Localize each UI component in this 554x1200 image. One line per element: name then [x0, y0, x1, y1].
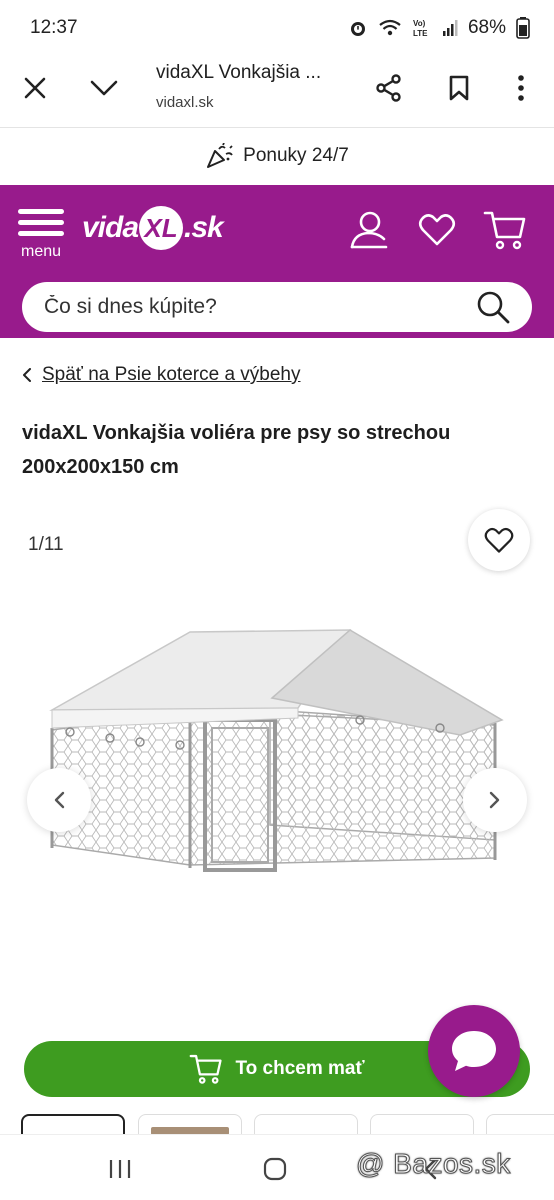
breadcrumb[interactable]: Späť na Psie koterce a výbehy — [22, 364, 301, 386]
chat-icon — [452, 1031, 496, 1071]
chevron-right-icon — [489, 791, 500, 809]
promo-strip[interactable]: Ponuky 24/7 — [0, 128, 554, 184]
bookmark-icon — [449, 75, 469, 101]
gallery-counter: 1/11 — [28, 534, 64, 555]
battery-icon — [516, 17, 530, 39]
status-bar: 12:37 Vo) LTE 68% — [0, 0, 554, 56]
gallery-prev-button[interactable] — [27, 768, 91, 832]
search-button[interactable] — [474, 288, 512, 326]
heart-icon — [418, 214, 456, 246]
logo-text-left: vida — [82, 211, 139, 244]
wishlist-button[interactable] — [414, 207, 460, 253]
svg-text:LTE: LTE — [413, 29, 428, 38]
menu-label: menu — [20, 243, 62, 260]
account-button[interactable] — [346, 207, 392, 253]
cart-icon — [483, 211, 526, 250]
vidaxl-logo[interactable]: vida XL .sk — [82, 203, 224, 253]
thumbnail[interactable] — [254, 1114, 358, 1134]
share-button[interactable] — [367, 66, 411, 110]
promo-label: Ponuky 24/7 — [243, 145, 349, 166]
share-icon — [376, 74, 401, 102]
bookmark-button[interactable] — [437, 66, 481, 110]
thumbnail[interactable] — [486, 1114, 554, 1134]
site-header: menu vida XL .sk — [0, 185, 554, 338]
close-tab-button[interactable] — [13, 66, 57, 110]
user-icon — [350, 211, 388, 249]
status-icons: Vo) LTE 68% — [348, 17, 530, 39]
tab-url[interactable]: vidaxl.sk — [156, 94, 214, 111]
battery-level: 68% — [467, 17, 506, 38]
recent-apps-button[interactable] — [100, 1149, 140, 1189]
thumbnail[interactable] — [138, 1114, 242, 1134]
chevron-down-icon — [90, 80, 118, 96]
logo-text-right: .sk — [184, 211, 224, 244]
cart-icon — [190, 1054, 223, 1084]
watermark: @ Bazos.sk — [356, 1148, 511, 1180]
heart-icon — [484, 527, 514, 553]
menu-button[interactable]: menu — [18, 207, 66, 267]
product-title: vidaXL Vonkajšia voliéra pre psy so stre… — [22, 422, 451, 478]
more-button[interactable] — [499, 66, 543, 110]
thumbnail[interactable] — [370, 1114, 474, 1134]
product-image[interactable] — [40, 620, 520, 900]
thumbnail-strip — [0, 1112, 554, 1134]
wifi-icon — [379, 19, 401, 36]
tab-title[interactable]: vidaXL Vonkajšia ... — [156, 62, 321, 84]
add-to-wishlist-button[interactable] — [468, 509, 530, 571]
more-icon — [518, 75, 524, 101]
logo-mark: XL — [139, 206, 184, 250]
alarm-icon — [350, 22, 365, 36]
chevron-left-icon — [23, 368, 31, 382]
party-icon — [207, 143, 233, 168]
svg-text:Vo): Vo) — [413, 19, 426, 28]
expand-button[interactable] — [82, 66, 126, 110]
search-input[interactable] — [44, 282, 464, 332]
search-icon — [477, 291, 510, 324]
volte-icon: Vo)LTE — [413, 19, 428, 38]
close-icon — [24, 77, 46, 99]
gallery-next-button[interactable] — [463, 768, 527, 832]
add-to-cart-label: To chcem mať — [235, 1058, 365, 1079]
thumbnail[interactable] — [21, 1114, 125, 1134]
status-time: 12:37 — [30, 17, 78, 38]
hamburger-icon — [18, 209, 64, 214]
recent-apps-icon — [109, 1160, 131, 1178]
breadcrumb-back-link[interactable]: Späť na Psie koterce a výbehy — [42, 364, 301, 386]
browser-toolbar: vidaXL Vonkajšia ... vidaxl.sk — [0, 56, 554, 128]
home-button[interactable] — [255, 1149, 295, 1189]
search-box[interactable] — [22, 282, 532, 332]
cart-button[interactable] — [482, 207, 528, 253]
chevron-left-icon — [54, 791, 65, 809]
chat-button[interactable] — [428, 1005, 520, 1097]
home-icon — [263, 1157, 287, 1181]
signal-icon — [442, 20, 458, 36]
